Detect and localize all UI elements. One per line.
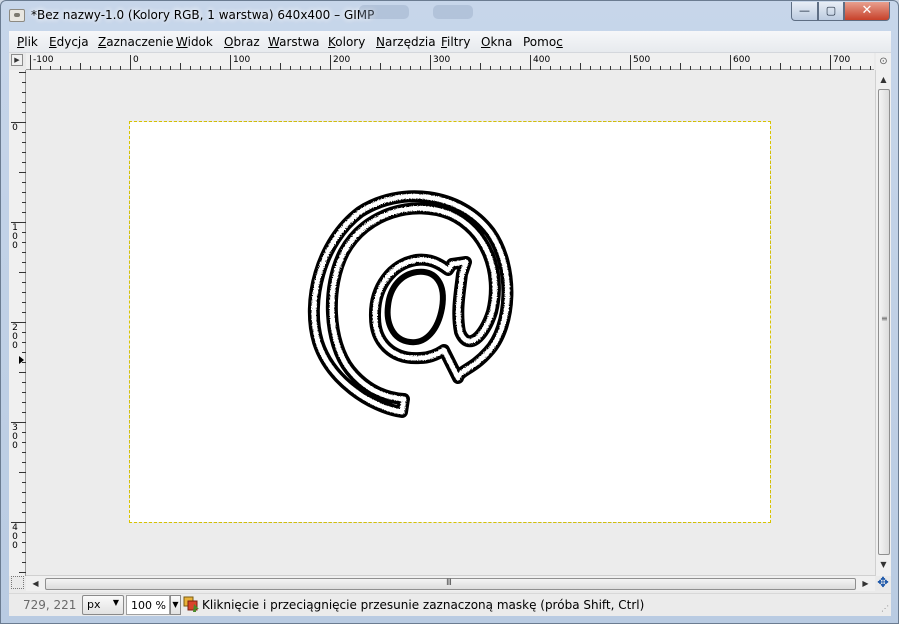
- ruler-tick-label: 300: [433, 55, 450, 65]
- horizontal-ruler-ticks: -100 0 100 200 300 400 500 600 700: [30, 55, 871, 70]
- image-canvas[interactable]: [129, 121, 771, 523]
- grip-icon: III: [446, 578, 452, 588]
- ruler-pointer-marker: [19, 356, 24, 364]
- unit-value: px: [87, 598, 101, 611]
- at-sign-inner-ring: [384, 268, 446, 346]
- scroll-down-arrow-icon[interactable]: ▼: [876, 557, 891, 572]
- status-message: Kliknięcie i przeciągnięcie przesunie za…: [202, 598, 645, 612]
- pointer-coordinates: 729, 221: [23, 598, 77, 612]
- ruler-tick-label: 100: [12, 223, 18, 251]
- ruler-tick-label: 200: [333, 55, 350, 65]
- ruler-tick-label: 400: [12, 523, 18, 551]
- ruler-tick-label: 400: [533, 55, 550, 65]
- menu-filtry[interactable]: Filtry: [441, 35, 470, 49]
- ruler-tick-label: 300: [12, 423, 18, 451]
- grip-icon: ≡: [881, 314, 888, 323]
- move-cross-icon[interactable]: ✥: [875, 575, 891, 591]
- minimize-button[interactable]: —: [791, 2, 818, 21]
- maximize-button[interactable]: ▢: [818, 2, 844, 21]
- menu-widok[interactable]: Widok: [176, 35, 213, 49]
- canvas-viewport[interactable]: [26, 70, 875, 576]
- zoom-to-fit-icon[interactable]: ⊙: [876, 53, 891, 70]
- ruler-tick-label: -100: [33, 55, 54, 65]
- image-workarea: ▶ -100 0 100 200 300 400 500 600 700 ⊙ 0 100 200 30…: [9, 53, 891, 616]
- move-tool-icon: [183, 596, 199, 612]
- menu-zaznaczenie[interactable]: Zaznaczenie: [98, 35, 173, 49]
- menu-edycja[interactable]: Edycja: [49, 35, 89, 49]
- horizontal-scrollbar[interactable]: ◀ III ▶: [26, 575, 875, 591]
- menu-warstwa[interactable]: Warstwa: [268, 35, 320, 49]
- ruler-tick-label: 0: [133, 55, 139, 65]
- menu-bar: Plik Edycja Zaznaczenie Widok Obraz Wars…: [9, 31, 891, 53]
- menu-okna[interactable]: Okna: [481, 35, 512, 49]
- title-glass-blur: [359, 5, 409, 19]
- gimp-window: *Bez nazwy-1.0 (Kolory RGB, 1 warstwa) 6…: [0, 0, 899, 624]
- selection-mask-at-sign: [307, 190, 514, 418]
- scroll-up-arrow-icon[interactable]: ▲: [876, 72, 891, 87]
- resize-grip-icon[interactable]: ⋰: [881, 604, 889, 613]
- scroll-right-arrow-icon[interactable]: ▶: [858, 576, 873, 591]
- scroll-left-arrow-icon[interactable]: ◀: [28, 576, 43, 591]
- ruler-tick-label: 700: [833, 55, 850, 65]
- menu-kolory[interactable]: Kolory: [328, 35, 365, 49]
- menu-obraz[interactable]: Obraz: [224, 35, 260, 49]
- chevron-down-icon: ▼: [112, 598, 119, 607]
- ruler-tick-label: 100: [233, 55, 250, 65]
- quickmask-icon[interactable]: [11, 576, 24, 589]
- ruler-tick-label: 600: [733, 55, 750, 65]
- title-bar[interactable]: *Bez nazwy-1.0 (Kolory RGB, 1 warstwa) 6…: [1, 1, 898, 31]
- ruler-tick-label: 0: [12, 123, 18, 133]
- status-bar: 729, 221 px ▼ 100 % ▼ Kliknięcie i przec…: [9, 593, 891, 616]
- gimp-document-icon: [9, 9, 25, 22]
- window-title: *Bez nazwy-1.0 (Kolory RGB, 1 warstwa) 6…: [31, 8, 375, 22]
- horizontal-scroll-thumb[interactable]: III: [45, 578, 856, 590]
- close-button[interactable]: ✕: [844, 2, 890, 21]
- menu-plik[interactable]: Plik: [17, 35, 38, 49]
- vertical-scrollbar[interactable]: ▲ ≡ ▼: [875, 70, 891, 576]
- title-glass-blur: [433, 5, 473, 19]
- ruler-tick-label: 500: [633, 55, 650, 65]
- zoom-input[interactable]: 100 %: [126, 595, 170, 615]
- horizontal-ruler[interactable]: -100 0 100 200 300 400 500 600 700: [26, 53, 874, 70]
- ruler-tick-label: 200: [12, 323, 18, 351]
- menu-narzedzia[interactable]: Narzędzia: [376, 35, 436, 49]
- zoom-dropdown-button[interactable]: ▼: [170, 595, 181, 615]
- image-menu-button[interactable]: ▶: [11, 54, 23, 66]
- unit-select[interactable]: px ▼: [82, 595, 124, 615]
- vertical-scroll-thumb[interactable]: ≡: [878, 89, 890, 555]
- vertical-ruler[interactable]: 0 100 200 300 400: [9, 70, 26, 576]
- menu-pomoc[interactable]: Pomoc: [523, 35, 563, 49]
